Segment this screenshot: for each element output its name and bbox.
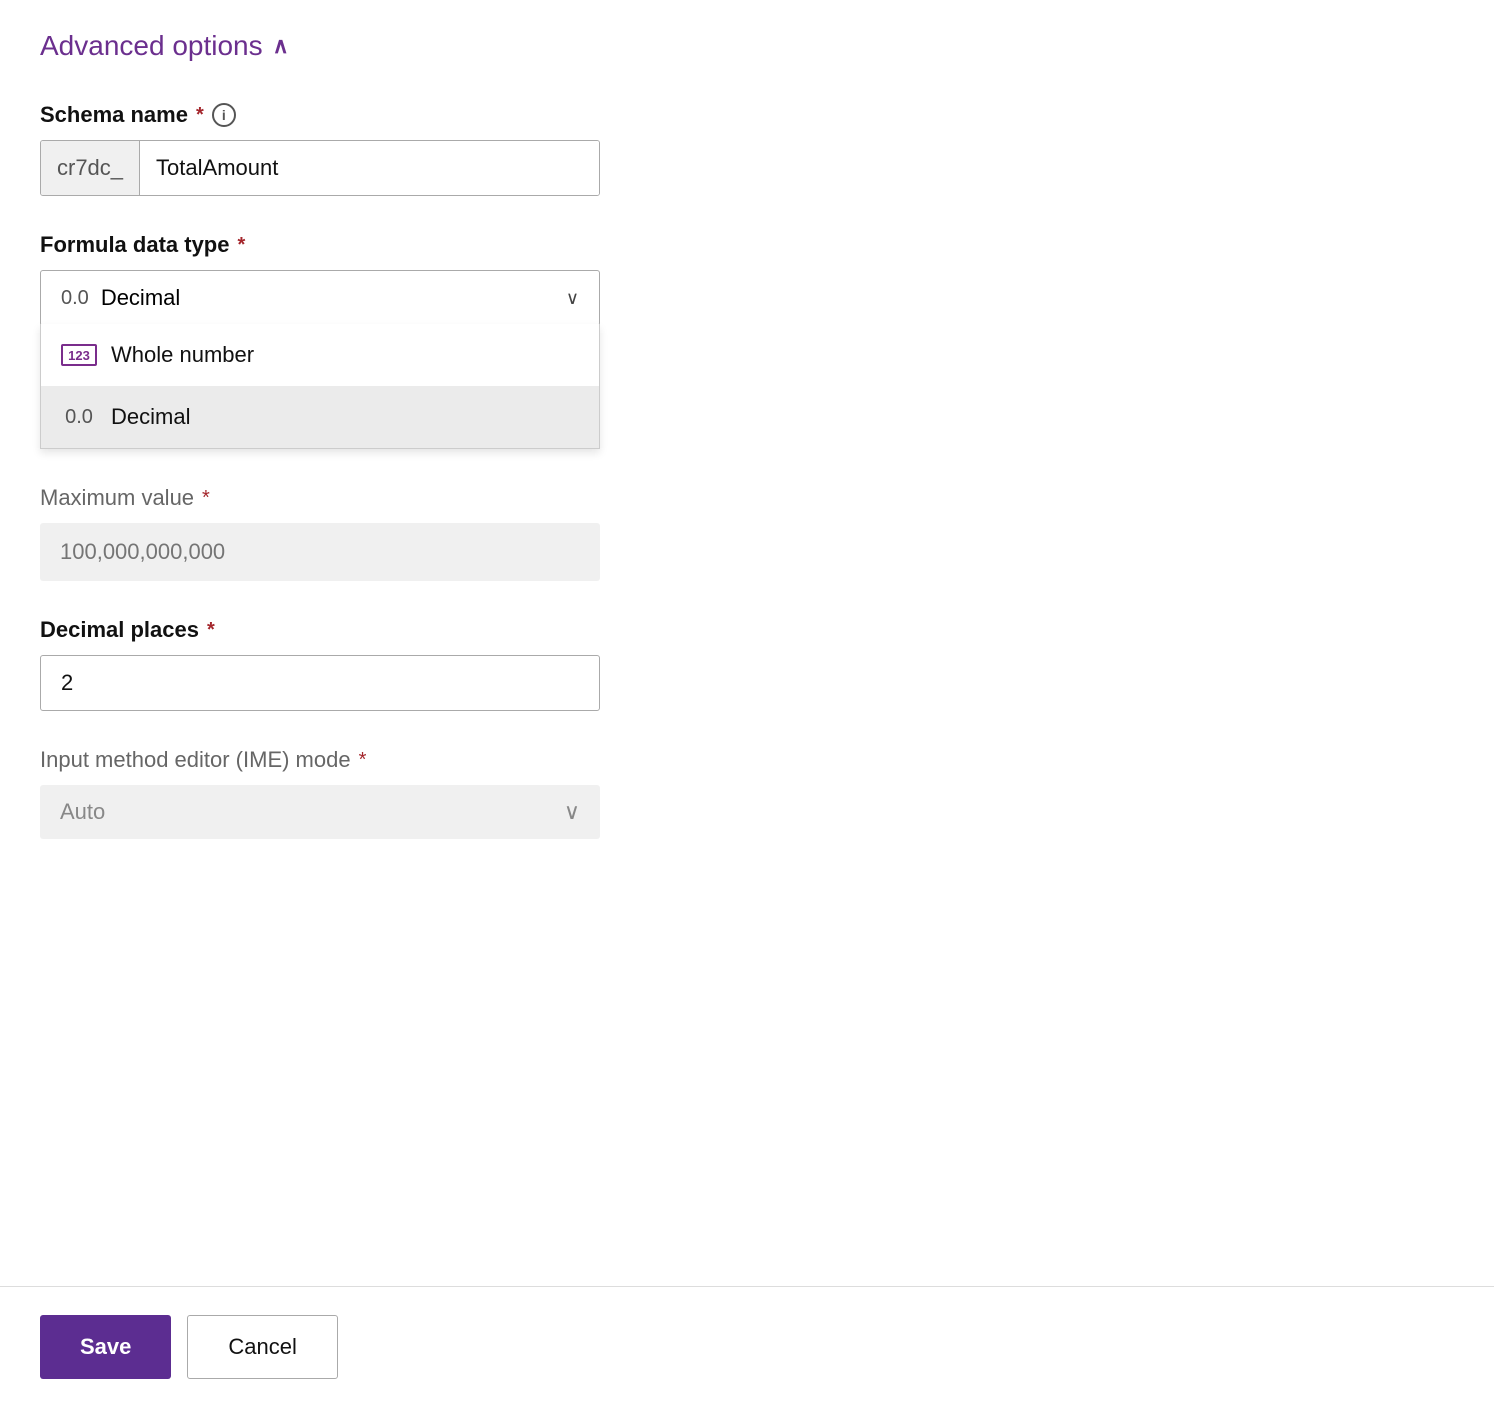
schema-name-input-group: cr7dc_: [40, 140, 600, 196]
decimal-places-label: Decimal places *: [40, 617, 1454, 643]
formula-data-type-label-text: Formula data type: [40, 232, 229, 258]
decimal-label: Decimal: [111, 404, 190, 430]
schema-name-label-text: Schema name: [40, 102, 188, 128]
schema-name-required: *: [196, 104, 204, 127]
option-decimal[interactable]: 0.0 Decimal: [41, 386, 599, 448]
schema-prefix: cr7dc_: [41, 141, 140, 195]
schema-name-info-icon[interactable]: i: [212, 103, 236, 127]
maximum-value-required: *: [202, 487, 210, 510]
schema-name-section: Schema name * i cr7dc_: [40, 102, 1454, 196]
formula-data-type-dropdown[interactable]: 0.0 Decimal ∨: [40, 270, 600, 326]
main-content: Advanced options ∧ Schema name * i cr7dc…: [0, 0, 1494, 1286]
chevron-up-icon: ∧: [273, 35, 289, 57]
maximum-value-label-text: Maximum value: [40, 485, 194, 511]
formula-data-type-menu: 123 Whole number 0.0 Decimal: [40, 324, 600, 449]
decimal-places-input[interactable]: [40, 655, 600, 711]
ime-mode-required: *: [359, 749, 367, 772]
formula-data-type-value: 0.0 Decimal: [61, 285, 180, 311]
advanced-options-header[interactable]: Advanced options ∧: [40, 30, 1454, 62]
decimal-option-icon: 0.0: [61, 406, 97, 428]
formula-dropdown-chevron: ∨: [566, 288, 579, 309]
formula-data-type-required: *: [237, 234, 245, 257]
maximum-value-section: Maximum value *: [40, 485, 1454, 581]
maximum-value-input: [40, 523, 600, 581]
formula-data-type-label: Formula data type *: [40, 232, 1454, 258]
decimal-places-required: *: [207, 619, 215, 642]
footer: Save Cancel: [0, 1286, 1494, 1407]
advanced-options-title[interactable]: Advanced options: [40, 30, 263, 62]
cancel-button[interactable]: Cancel: [187, 1315, 337, 1379]
decimal-icon: 0.0: [61, 287, 89, 310]
whole-number-icon: 123: [61, 344, 97, 366]
save-button[interactable]: Save: [40, 1315, 171, 1379]
whole-number-label: Whole number: [111, 342, 254, 368]
schema-name-input[interactable]: [140, 141, 599, 195]
option-whole-number[interactable]: 123 Whole number: [41, 324, 599, 386]
ime-mode-label-text: Input method editor (IME) mode: [40, 747, 351, 773]
ime-mode-label: Input method editor (IME) mode *: [40, 747, 1454, 773]
ime-mode-value: Auto: [60, 799, 105, 825]
page-container: Advanced options ∧ Schema name * i cr7dc…: [0, 0, 1494, 1407]
ime-mode-dropdown: Auto ∨: [40, 785, 600, 839]
decimal-places-label-text: Decimal places: [40, 617, 199, 643]
maximum-value-label: Maximum value *: [40, 485, 1454, 511]
ime-dropdown-chevron: ∨: [564, 799, 580, 825]
formula-data-type-selected-text: Decimal: [101, 285, 180, 311]
schema-name-label: Schema name * i: [40, 102, 1454, 128]
ime-mode-section: Input method editor (IME) mode * Auto ∨: [40, 747, 1454, 839]
decimal-places-section: Decimal places *: [40, 617, 1454, 711]
formula-data-type-section: Formula data type * 0.0 Decimal ∨ 123 Wh…: [40, 232, 1454, 449]
